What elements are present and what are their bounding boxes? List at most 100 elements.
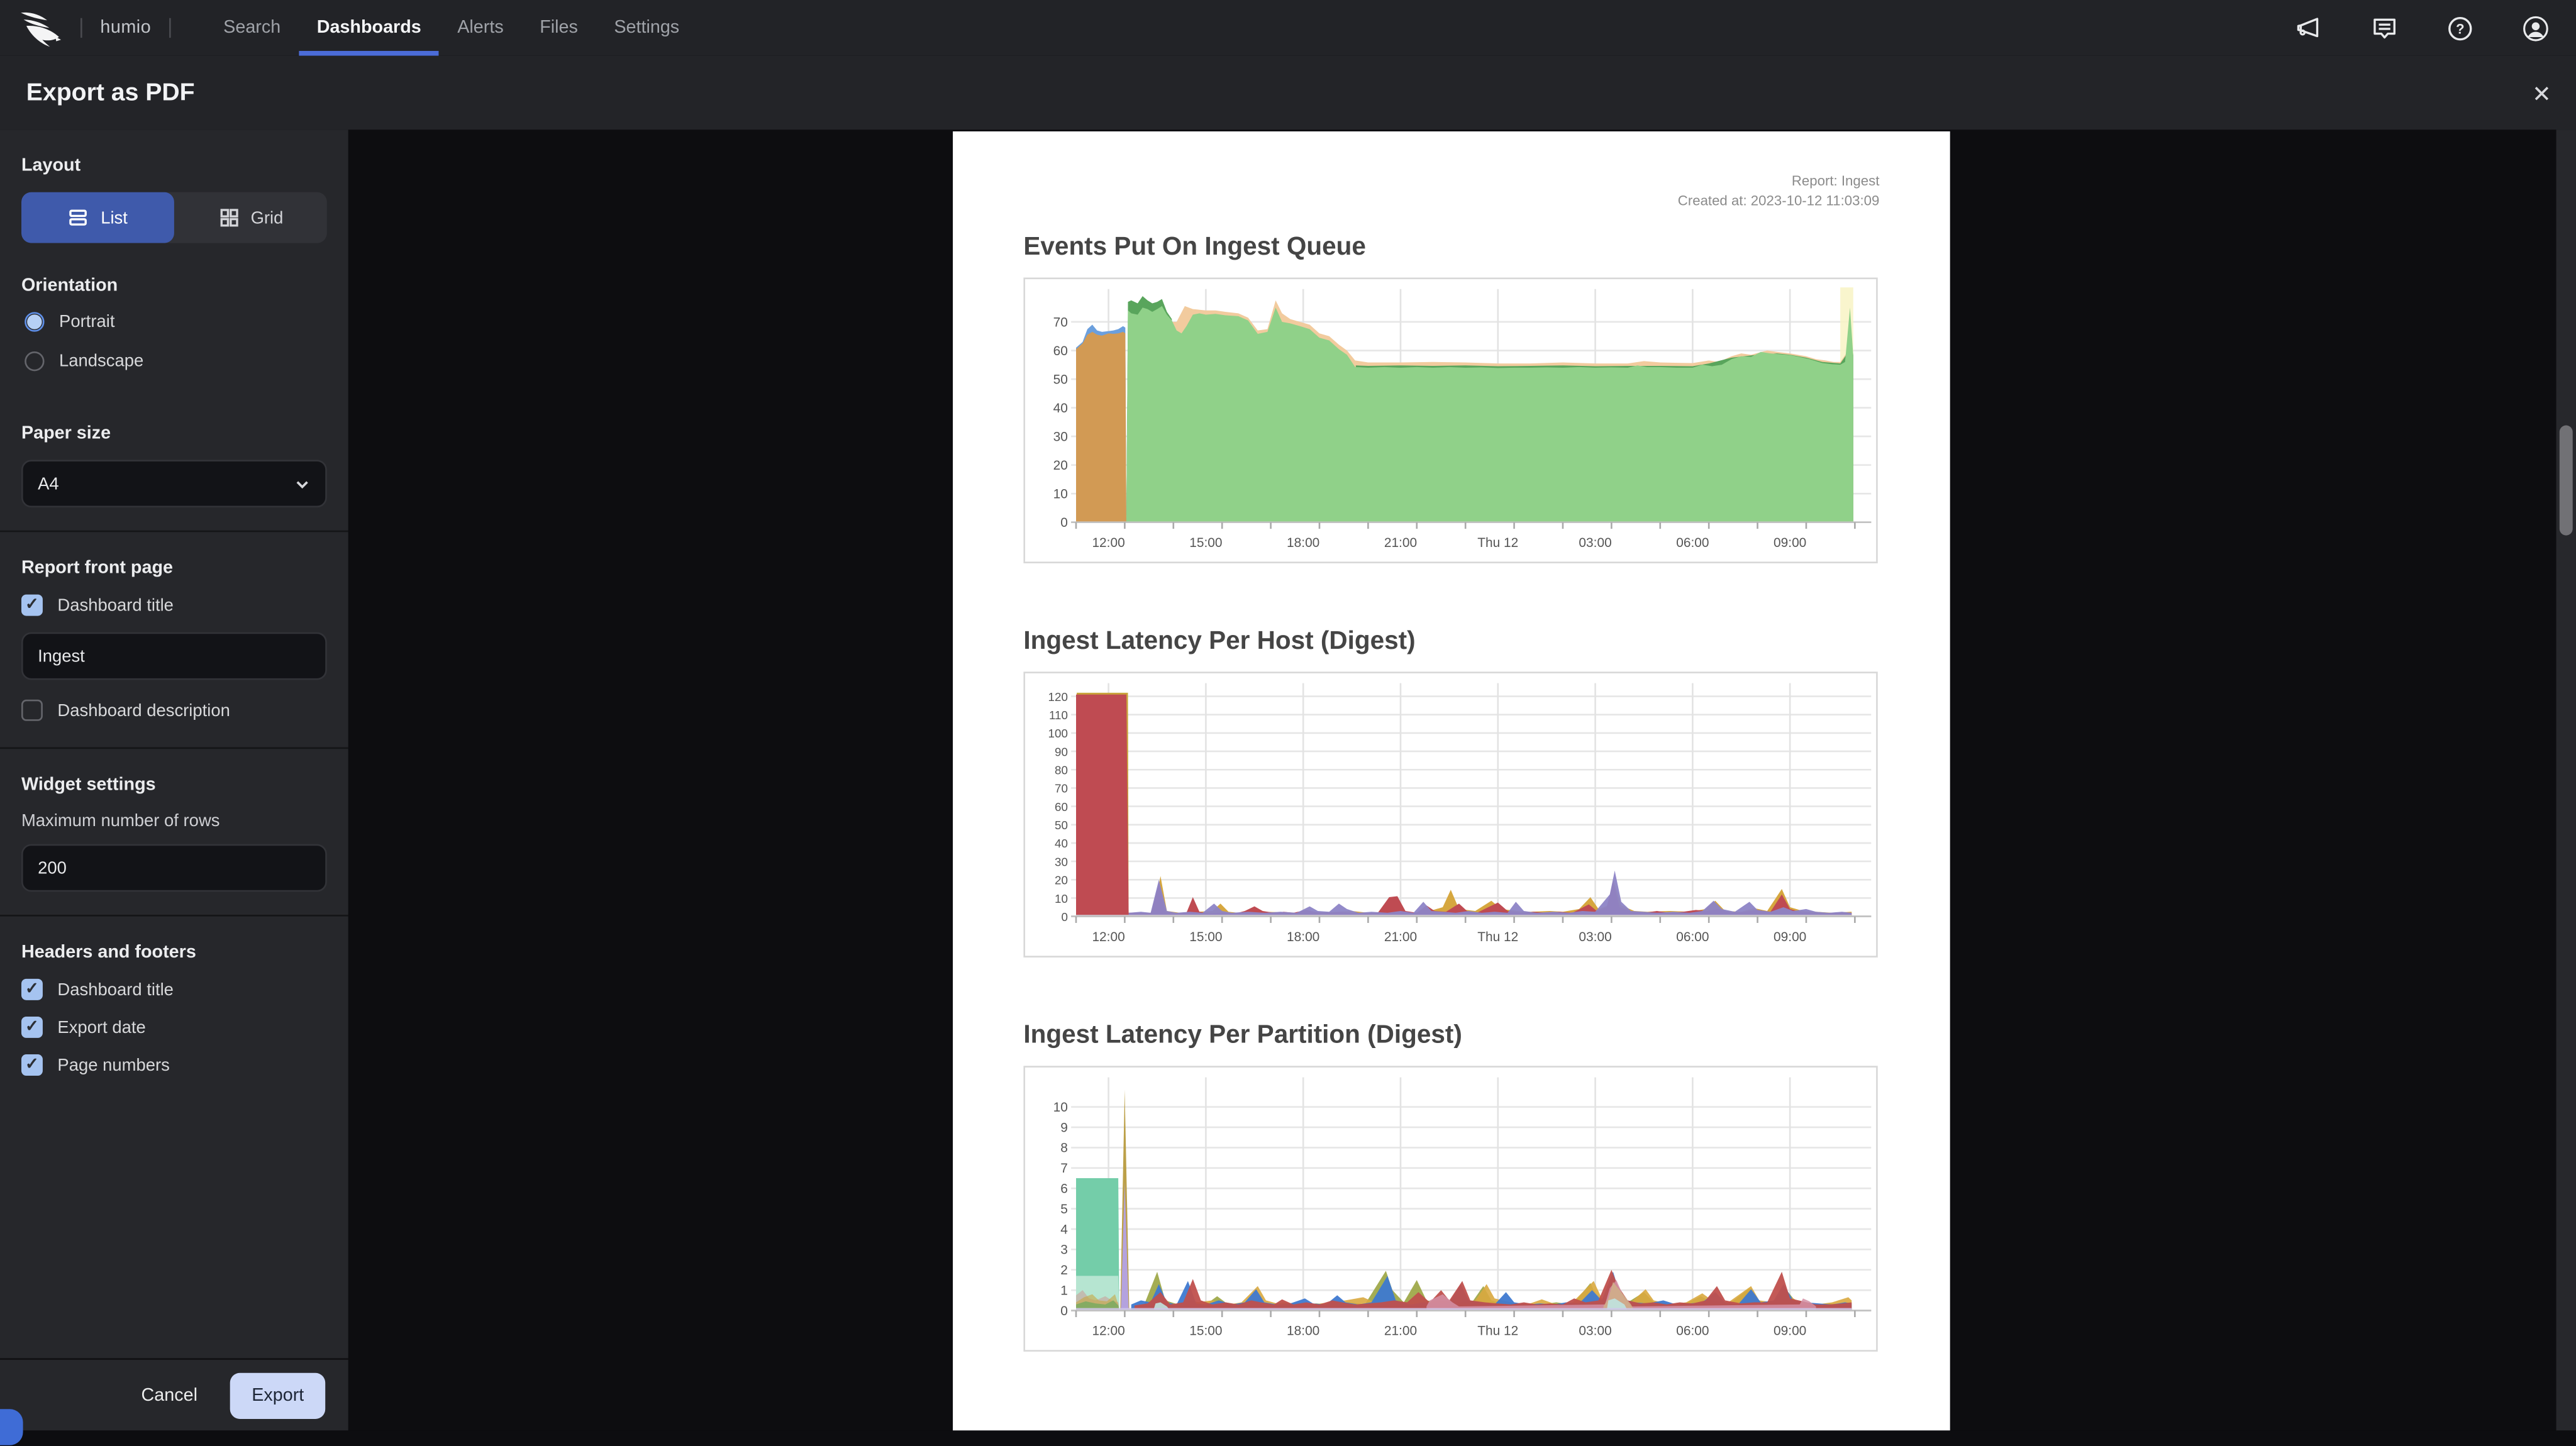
layout-grid-button[interactable]: Grid [174, 192, 327, 243]
front-page-section: Report front page ✓ Dashboard title Inge… [0, 532, 348, 747]
max-rows-label: Maximum number of rows [21, 811, 220, 831]
widget-settings-label: Widget settings [21, 775, 156, 795]
chat-bubble-peek[interactable] [0, 1410, 23, 1446]
dashboard-description-label: Dashboard description [57, 700, 230, 720]
svg-text:20: 20 [1055, 874, 1068, 887]
svg-text:03:00: 03:00 [1579, 536, 1611, 550]
grid-icon [219, 209, 238, 227]
top-nav: humio Search Dashboards Alerts Files Set… [0, 0, 2576, 56]
export-button[interactable]: Export [230, 1372, 326, 1419]
list-label: List [101, 207, 128, 228]
radio-selected-icon [25, 312, 45, 332]
brand-label: humio [100, 18, 152, 38]
dashboard-title-input[interactable]: Ingest [21, 632, 327, 680]
list-icon [70, 209, 87, 226]
pdf-page: Report: Ingest Created at: 2023-10-12 11… [953, 131, 1950, 1432]
nav-items: Search Dashboards Alerts Files Settings [205, 0, 697, 56]
nav-divider [80, 18, 82, 38]
svg-text:80: 80 [1055, 764, 1068, 777]
front-page-dashboard-title-checkbox[interactable]: ✓ Dashboard title [21, 594, 327, 616]
svg-text:8: 8 [1060, 1141, 1068, 1156]
svg-text:Thu 12: Thu 12 [1477, 930, 1518, 944]
widget-settings-section: Widget settings Maximum number of rows 2… [0, 749, 348, 915]
svg-text:70: 70 [1053, 315, 1068, 329]
svg-text:18:00: 18:00 [1287, 536, 1319, 550]
svg-text:0: 0 [1061, 910, 1067, 924]
svg-text:12:00: 12:00 [1092, 930, 1124, 944]
svg-text:2: 2 [1060, 1263, 1068, 1278]
svg-text:9: 9 [1060, 1120, 1068, 1135]
front-page-dashboard-description-checkbox[interactable]: Dashboard description [21, 699, 327, 721]
user-avatar-icon[interactable] [2522, 14, 2550, 41]
layout-list-button[interactable]: List [21, 192, 174, 243]
hf-dashboard-title-label: Dashboard title [57, 980, 174, 1000]
layout-label: Layout [21, 156, 81, 176]
svg-text:60: 60 [1053, 344, 1068, 358]
svg-text:7: 7 [1060, 1161, 1068, 1176]
orientation-landscape-radio[interactable]: Landscape [25, 351, 327, 372]
svg-text:Thu 12: Thu 12 [1477, 1324, 1518, 1338]
svg-text:09:00: 09:00 [1774, 1324, 1806, 1338]
nav-divider [169, 18, 171, 38]
chart-title-3: Ingest Latency Per Partition (Digest) [1023, 1021, 1462, 1050]
dashboard-title-value: Ingest [38, 646, 85, 666]
svg-text:18:00: 18:00 [1287, 930, 1319, 944]
chevron-down-icon [296, 480, 308, 488]
hf-dashboard-title-checkbox[interactable]: ✓ Dashboard title [21, 978, 327, 1000]
svg-text:10: 10 [1053, 1100, 1068, 1115]
svg-text:12:00: 12:00 [1092, 1324, 1124, 1338]
max-rows-input[interactable]: 200 [21, 844, 327, 892]
svg-text:3: 3 [1060, 1243, 1068, 1257]
nav-item-dashboards[interactable]: Dashboards [298, 0, 440, 56]
hf-page-numbers-checkbox[interactable]: ✓ Page numbers [21, 1054, 327, 1076]
chart-title-2: Ingest Latency Per Host (Digest) [1023, 627, 1416, 656]
chart-events-ingest-queue: 0 10 20 30 40 50 60 70 12:00 15:00 18:00 21:00 Thu 1… [1023, 277, 1878, 563]
cancel-button[interactable]: Cancel [142, 1386, 197, 1405]
nav-item-alerts[interactable]: Alerts [440, 0, 522, 56]
svg-text:30: 30 [1053, 429, 1068, 444]
svg-text:40: 40 [1053, 401, 1068, 416]
nav-item-search[interactable]: Search [205, 0, 299, 56]
nav-item-settings[interactable]: Settings [596, 0, 697, 56]
portrait-label: Portrait [59, 312, 115, 332]
svg-text:18:00: 18:00 [1287, 1324, 1319, 1338]
close-icon[interactable]: ✕ [2532, 81, 2551, 104]
svg-text:03:00: 03:00 [1579, 1324, 1611, 1338]
paper-size-section: Paper size A4 [0, 424, 348, 531]
scrollbar-thumb[interactable] [2559, 425, 2573, 536]
megaphone-icon[interactable] [2295, 14, 2323, 41]
svg-text:1: 1 [1060, 1283, 1068, 1298]
feedback-icon[interactable] [2370, 14, 2398, 41]
crowdstrike-falcon-logo-icon[interactable] [18, 8, 63, 48]
svg-text:110: 110 [1049, 709, 1068, 722]
orientation-section: Orientation Portrait Landscape [0, 276, 348, 414]
orientation-portrait-radio[interactable]: Portrait [25, 312, 327, 332]
checkbox-checked-icon: ✓ [21, 1054, 43, 1076]
export-settings-sidebar: Layout List Grid Orientation Portrait La… [0, 130, 348, 1432]
svg-text:50: 50 [1055, 819, 1068, 832]
layout-segmented-control: List Grid [21, 192, 327, 243]
svg-text:09:00: 09:00 [1774, 930, 1806, 944]
svg-text:0: 0 [1060, 1304, 1068, 1318]
nav-right-icons: ? [2295, 14, 2576, 41]
report-meta: Report: Ingest Created at: 2023-10-12 11… [1023, 171, 1880, 211]
hf-export-date-checkbox[interactable]: ✓ Export date [21, 1016, 327, 1038]
svg-text:30: 30 [1055, 855, 1068, 868]
app-root: humio Search Dashboards Alerts Files Set… [0, 0, 2576, 1446]
svg-text:03:00: 03:00 [1579, 930, 1611, 944]
checkbox-unchecked-icon [21, 699, 43, 721]
nav-item-files[interactable]: Files [521, 0, 596, 56]
hf-page-numbers-label: Page numbers [57, 1055, 170, 1075]
chart-latency-per-host: 0 10 20 30 40 50 60 70 80 90 100 110 120 12:00 15:00 18… [1023, 671, 1878, 958]
svg-text:50: 50 [1053, 372, 1068, 387]
svg-text:60: 60 [1055, 800, 1068, 814]
svg-text:06:00: 06:00 [1676, 536, 1709, 550]
pdf-preview-area: Report: Ingest Created at: 2023-10-12 11… [348, 130, 2557, 1432]
help-icon[interactable]: ? [2446, 14, 2474, 41]
svg-text:15:00: 15:00 [1189, 536, 1222, 550]
paper-size-label: Paper size [21, 423, 111, 444]
orientation-label: Orientation [21, 275, 118, 296]
max-rows-value: 200 [38, 858, 67, 878]
paper-size-select[interactable]: A4 [21, 460, 327, 508]
svg-text:4: 4 [1060, 1222, 1068, 1237]
